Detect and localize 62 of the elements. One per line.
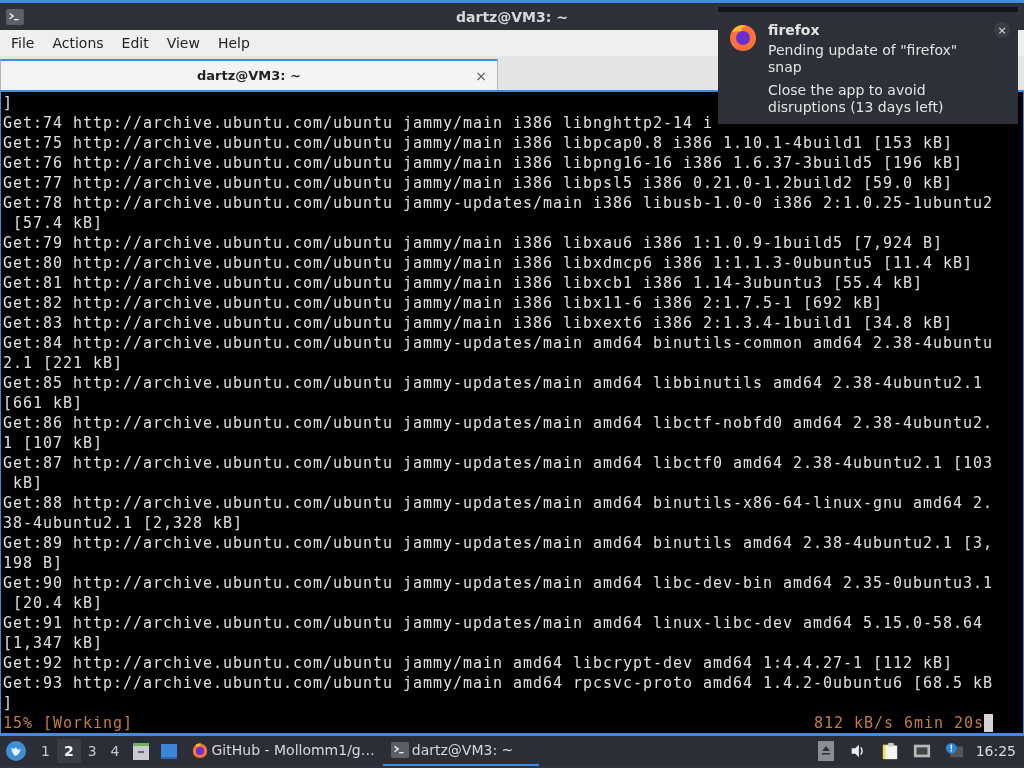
terminal-line: Get:91 http://archive.ubuntu.com/ubuntu jammy-updates/main amd64 linux-libc-dev amd64 5.15.0-58.64 bbox=[3, 614, 984, 632]
taskbar-task[interactable]: GitHub - Mollomm1/g… bbox=[182, 736, 383, 766]
window-title: dartz@VM3: ~ bbox=[455, 8, 569, 25]
terminal-line: Get:93 http://archive.ubuntu.com/ubuntu jammy/main amd64 rpcsvc-proto amd64 1.4.2-0ubuntu6 [68.5 kB bbox=[3, 674, 994, 692]
terminal-tab[interactable]: dartz@VM3: ~ × bbox=[0, 59, 498, 90]
terminal-line: Get:82 http://archive.ubuntu.com/ubuntu jammy/main i386 libx11-6 i386 2:1.7.5-1 [692 kB] bbox=[3, 294, 884, 312]
terminal-line: Get:90 http://archive.ubuntu.com/ubuntu jammy-updates/main amd64 libc-dev-bin amd64 2.35-0ubuntu3.1 bbox=[3, 574, 994, 592]
notification-message: Pending update of "firefox" snap bbox=[768, 42, 959, 76]
menu-item[interactable]: Actions bbox=[43, 35, 113, 51]
cursor bbox=[984, 714, 993, 732]
progress-status: 15% [Working] bbox=[3, 713, 133, 733]
terminal-line: Get:79 http://archive.ubuntu.com/ubuntu jammy/main i386 libxau6 i386 1:1.0.9-1build5 [7,924 B] bbox=[3, 234, 944, 252]
start-menu-icon[interactable] bbox=[6, 741, 26, 761]
terminal-line: Get:84 http://archive.ubuntu.com/ubuntu jammy-updates/main amd64 binutils-common amd64 2.38-4ubuntu bbox=[3, 334, 994, 352]
terminal-line: Get:77 http://archive.ubuntu.com/ubuntu jammy/main i386 libpsl5 i386 0.21.0-1.2build2 [59.0 kB] bbox=[3, 174, 954, 192]
terminal-line: Get:92 http://archive.ubuntu.com/ubuntu jammy/main amd64 libcrypt-dev amd64 1:4.4.27-1 [112 kB] bbox=[3, 654, 954, 672]
terminal-line: Get:74 http://archive.ubuntu.com/ubuntu jammy/main i386 libnghttp2-14 i bbox=[3, 114, 714, 132]
terminal-line: [1,347 kB] bbox=[3, 634, 103, 652]
terminal-line: kB] bbox=[12, 474, 43, 492]
desktop-icon[interactable] bbox=[158, 741, 179, 761]
workspace-button[interactable]: 2 bbox=[56, 739, 81, 763]
menu-item[interactable]: Help bbox=[208, 35, 259, 51]
workspace-button[interactable]: 3 bbox=[80, 739, 104, 763]
workspace-button[interactable]: 1 bbox=[34, 739, 57, 763]
terminal-line: ] bbox=[3, 694, 13, 712]
terminal-line: 198 B] bbox=[3, 554, 63, 572]
terminal-line: Get:86 http://archive.ubuntu.com/ubuntu jammy-updates/main amd64 libctf-nobfd0 amd64 2.38-4ubuntu2. bbox=[3, 414, 994, 432]
terminal-icon bbox=[390, 741, 409, 759]
eject-icon[interactable] bbox=[816, 741, 835, 761]
clock: 16:25 bbox=[975, 743, 1016, 759]
terminal-line: Get:83 http://archive.ubuntu.com/ubuntu jammy/main i386 libxext6 i386 2:1.3.4-1build1 [34.8 kB] bbox=[3, 314, 954, 332]
menu-item[interactable]: File bbox=[2, 35, 44, 51]
download-rate: 812 kB/s 6min 20s bbox=[814, 713, 984, 733]
terminal-line: [57.4 kB] bbox=[12, 214, 103, 232]
menu-item[interactable]: View bbox=[157, 35, 209, 51]
taskbar-task[interactable]: dartz@VM3: ~ bbox=[382, 736, 539, 766]
terminal-line: Get:76 http://archive.ubuntu.com/ubuntu jammy/main i386 libpng16-16 i386 1.6.37-3build5 [196 kB] bbox=[3, 154, 964, 172]
terminal-line: 1 [107 kB] bbox=[3, 434, 103, 452]
terminal-line: Get:81 http://archive.ubuntu.com/ubuntu jammy/main i386 libxcb1 i386 1.14-3ubuntu3 [55.4 kB] bbox=[3, 274, 924, 292]
terminal-line: 2.1 [221 kB] bbox=[3, 354, 123, 372]
workspace-button[interactable]: 4 bbox=[103, 739, 127, 763]
terminal-line: [20.4 kB] bbox=[12, 594, 103, 612]
terminal-line: Get:88 http://archive.ubuntu.com/ubuntu jammy-updates/main amd64 binutils-x86-64-linux-gnu amd64 2. bbox=[3, 494, 994, 512]
terminal-icon bbox=[6, 8, 24, 25]
fox-icon bbox=[728, 22, 758, 52]
terminal-line: 38-4ubuntu2.1 [2,328 kB] bbox=[3, 514, 244, 532]
terminal-line: ] bbox=[3, 94, 13, 112]
terminal-line: [661 kB] bbox=[3, 394, 83, 412]
notification-title: firefox bbox=[768, 22, 821, 38]
terminal-line: Get:85 http://archive.ubuntu.com/ubuntu jammy-updates/main amd64 libbinutils amd64 2.38-4ubuntu2.1 bbox=[3, 374, 984, 392]
terminal-line: Get:80 http://archive.ubuntu.com/ubuntu jammy/main i386 libxdmcp6 i386 1:1.1.3-0ubuntu5 [11.4 kB] bbox=[3, 254, 974, 272]
fox-icon bbox=[190, 741, 209, 759]
close-tab-button[interactable]: × bbox=[475, 67, 487, 84]
clipboard-icon[interactable] bbox=[880, 741, 899, 761]
menu-item[interactable]: Edit bbox=[112, 35, 158, 51]
file-cabinet-icon[interactable] bbox=[130, 741, 151, 761]
notification-detail: Close the app to avoid disruptions (13 days left) bbox=[768, 82, 945, 116]
terminal-line: Get:87 http://archive.ubuntu.com/ubuntu jammy-updates/main amd64 libctf0 amd64 2.38-4ubuntu2.1 [103 bbox=[3, 454, 994, 472]
terminal-line: Get:89 http://archive.ubuntu.com/ubuntu jammy-updates/main amd64 binutils amd64 2.38-4ubuntu2.1 [3, bbox=[3, 534, 994, 552]
terminal-line: Get:78 http://archive.ubuntu.com/ubuntu jammy-updates/main i386 libusb-1.0-0 i386 2:1.0.25-1ubuntu2 bbox=[3, 194, 994, 212]
close-button[interactable]: × bbox=[994, 22, 1010, 38]
terminal-line: Get:75 http://archive.ubuntu.com/ubuntu jammy/main i386 libpcap0.8 i386 1.10.1-4build1 [153 kB] bbox=[3, 134, 954, 152]
